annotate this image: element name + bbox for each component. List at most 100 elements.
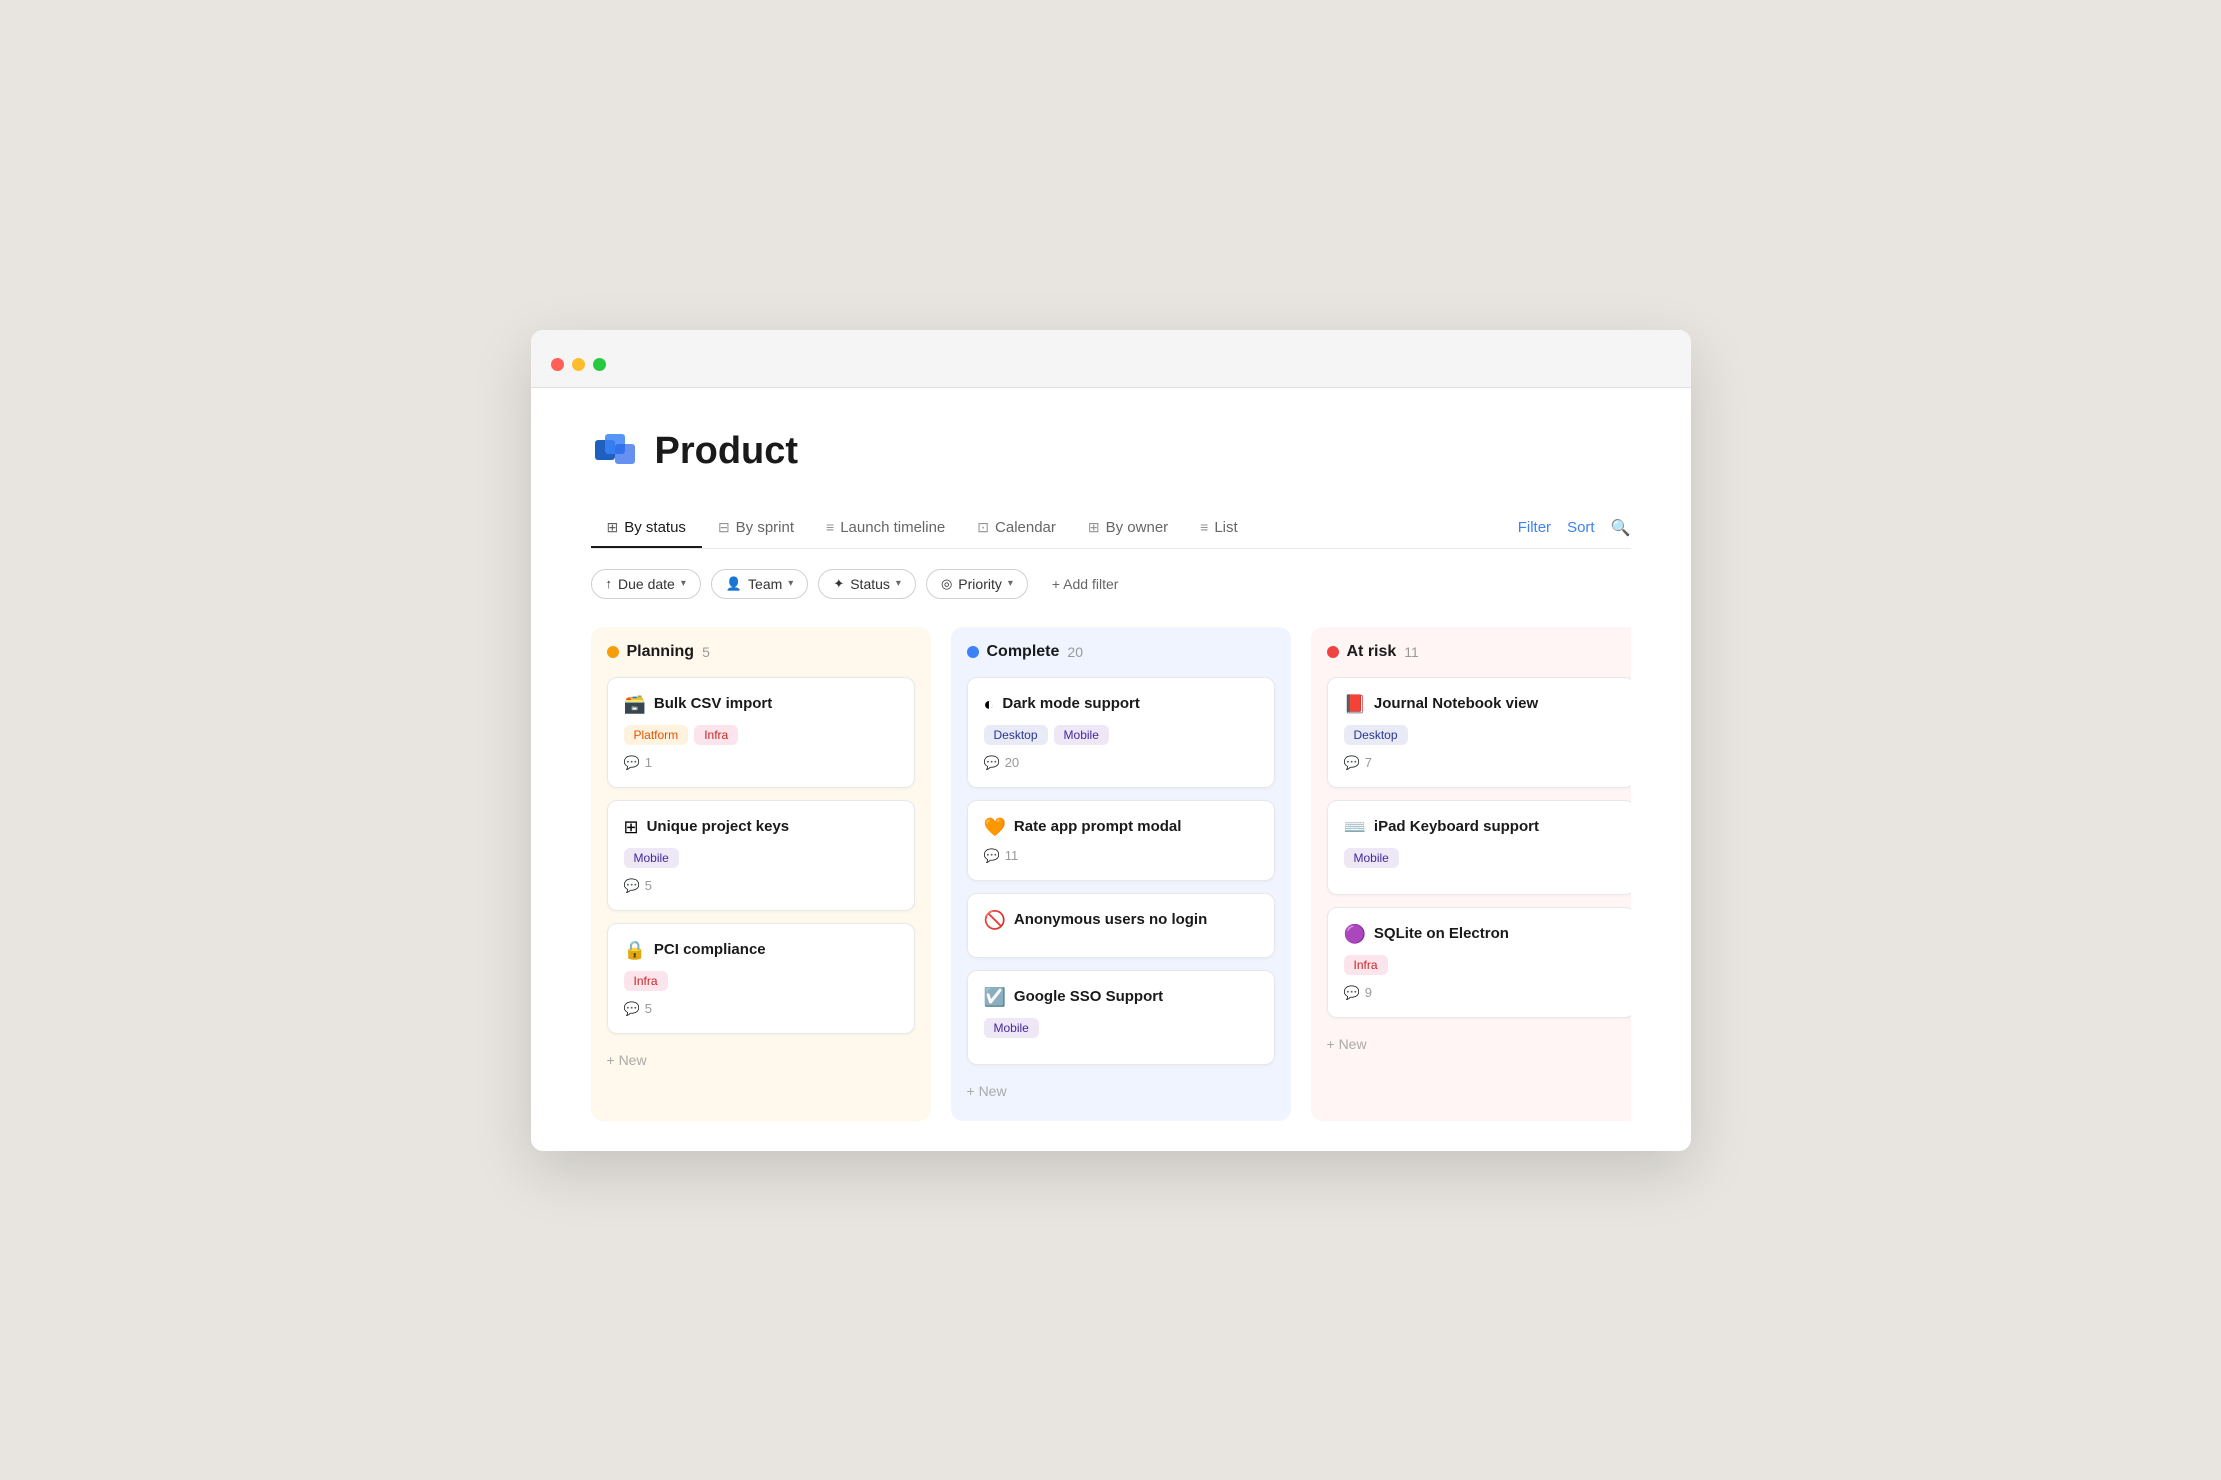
team-chevron-icon: ▾ [788,578,793,589]
comment-icon-3: 💬 [624,1001,640,1017]
tab-launch-timeline-label: Launch timeline [840,519,945,536]
comment-icon-7: 💬 [1344,985,1360,1001]
card-journal-notebook-comments: 7 [1365,755,1372,770]
at-risk-new-button[interactable]: + New [1327,1030,1631,1058]
card-journal-notebook-tags: Desktop [1344,725,1618,745]
card-rate-app[interactable]: 🧡 Rate app prompt modal 💬 11 [967,800,1275,881]
column-planning-header: Planning 5 [607,643,915,661]
card-sqlite-electron[interactable]: 🟣 SQLite on Electron Infra 💬 9 [1327,907,1631,1018]
filter-button[interactable]: Filter [1518,519,1551,536]
planning-dot-icon [607,646,619,658]
tag-infra[interactable]: Infra [694,725,738,745]
page-title: Product [655,430,799,473]
filter-due-date-label: Due date [618,576,675,592]
tab-by-sprint-label: By sprint [736,519,794,536]
journal-notebook-icon: 📕 [1344,694,1366,715]
column-planning-count: 5 [702,644,710,660]
card-dark-mode-meta: 💬 20 [984,755,1258,771]
column-complete-count: 20 [1067,644,1083,660]
tab-list[interactable]: ≡ List [1184,509,1254,548]
card-journal-notebook[interactable]: 📕 Journal Notebook view Desktop 💬 7 [1327,677,1631,788]
comment-icon-6: 💬 [1344,755,1360,771]
card-google-sso[interactable]: ☑️ Google SSO Support Mobile [967,970,1275,1065]
comment-icon-4: 💬 [984,755,1000,771]
card-dark-mode-header: ◐ Dark mode support [984,694,1258,715]
status-chevron-icon: ▾ [896,578,901,589]
card-pci-compliance-title: PCI compliance [654,940,766,960]
tab-calendar[interactable]: ⊡ Calendar [961,509,1072,548]
filter-team[interactable]: 👤 Team ▾ [711,569,808,599]
traffic-light-red[interactable] [551,358,564,371]
sort-button[interactable]: Sort [1567,519,1595,536]
filter-priority[interactable]: ◎ Priority ▾ [926,569,1028,599]
traffic-light-green[interactable] [593,358,606,371]
card-dark-mode-tags: Desktop Mobile [984,725,1258,745]
tab-list-label: List [1214,519,1237,536]
card-pci-compliance[interactable]: 🔒 PCI compliance Infra 💬 5 [607,923,915,1034]
due-date-chevron-icon: ▾ [681,578,686,589]
card-ipad-keyboard[interactable]: ⌨️ iPad Keyboard support Mobile [1327,800,1631,895]
card-ipad-keyboard-tags: Mobile [1344,848,1618,868]
priority-icon: ◎ [941,576,952,592]
card-anonymous-users[interactable]: 🚫 Anonymous users no login [967,893,1275,958]
tag-mobile-3[interactable]: Mobile [984,1018,1039,1038]
kanban-board: Planning 5 🗃️ Bulk CSV import Platform I… [591,627,1631,1121]
tag-mobile-4[interactable]: Mobile [1344,848,1399,868]
card-bulk-csv-meta: 💬 1 [624,755,898,771]
column-planning-title: Planning [627,643,695,661]
tag-infra-2[interactable]: Infra [624,971,668,991]
pci-icon: 🔒 [624,940,646,961]
card-bulk-csv[interactable]: 🗃️ Bulk CSV import Platform Infra 💬 1 [607,677,915,788]
tag-desktop[interactable]: Desktop [984,725,1048,745]
planning-new-button[interactable]: + New [607,1046,915,1074]
card-pci-compliance-comments: 5 [645,1001,652,1016]
due-date-icon: ↑ [606,576,613,591]
tag-infra-3[interactable]: Infra [1344,955,1388,975]
app-window: Product ⊞ By status ⊟ By sprint ≡ Launch… [531,330,1691,1151]
sqlite-icon: 🟣 [1344,924,1366,945]
tag-mobile-2[interactable]: Mobile [1054,725,1109,745]
card-pci-compliance-header: 🔒 PCI compliance [624,940,898,961]
card-pci-compliance-tags: Infra [624,971,898,991]
tag-platform[interactable]: Platform [624,725,689,745]
add-filter-button[interactable]: + Add filter [1038,570,1133,598]
card-anonymous-users-header: 🚫 Anonymous users no login [984,910,1258,931]
column-at-risk-title: At risk [1347,643,1397,661]
filter-status[interactable]: ✦ Status ▾ [818,569,916,599]
at-risk-dot-icon [1327,646,1339,658]
comment-icon-5: 💬 [984,848,1000,864]
traffic-light-yellow[interactable] [572,358,585,371]
tab-by-owner[interactable]: ⊞ By owner [1072,509,1184,548]
card-dark-mode-title: Dark mode support [1002,694,1140,714]
card-unique-project-keys[interactable]: ⊞ Unique project keys Mobile 💬 5 [607,800,915,911]
card-rate-app-header: 🧡 Rate app prompt modal [984,817,1258,838]
filter-team-label: Team [748,576,782,592]
column-planning: Planning 5 🗃️ Bulk CSV import Platform I… [591,627,931,1121]
priority-chevron-icon: ▾ [1008,578,1013,589]
tag-desktop-2[interactable]: Desktop [1344,725,1408,745]
status-icon: ✦ [833,576,844,592]
filter-due-date[interactable]: ↑ Due date ▾ [591,569,701,599]
tab-by-status[interactable]: ⊞ By status [591,509,702,548]
column-at-risk-header: At risk 11 [1327,643,1631,661]
card-google-sso-header: ☑️ Google SSO Support [984,987,1258,1008]
card-unique-project-keys-comments: 5 [645,878,652,893]
card-rate-app-comments: 11 [1005,848,1019,863]
tab-launch-timeline[interactable]: ≡ Launch timeline [810,509,961,548]
search-icon[interactable]: 🔍 [1611,518,1631,538]
card-sqlite-electron-header: 🟣 SQLite on Electron [1344,924,1618,945]
tab-by-status-label: By status [624,519,686,536]
card-dark-mode[interactable]: ◐ Dark mode support Desktop Mobile 💬 20 [967,677,1275,788]
complete-dot-icon [967,646,979,658]
tab-actions: Filter Sort 🔍 [1518,508,1631,548]
card-unique-project-keys-title: Unique project keys [647,817,790,837]
card-rate-app-meta: 💬 11 [984,848,1258,864]
anonymous-users-icon: 🚫 [984,910,1006,931]
column-complete: Complete 20 ◐ Dark mode support Desktop … [951,627,1291,1121]
column-at-risk: At risk 11 📕 Journal Notebook view Deskt… [1311,627,1631,1121]
by-status-icon: ⊞ [607,519,619,536]
tab-by-sprint[interactable]: ⊟ By sprint [702,509,810,548]
complete-new-button[interactable]: + New [967,1077,1275,1105]
page-header: Product [591,428,1631,476]
tag-mobile[interactable]: Mobile [624,848,679,868]
